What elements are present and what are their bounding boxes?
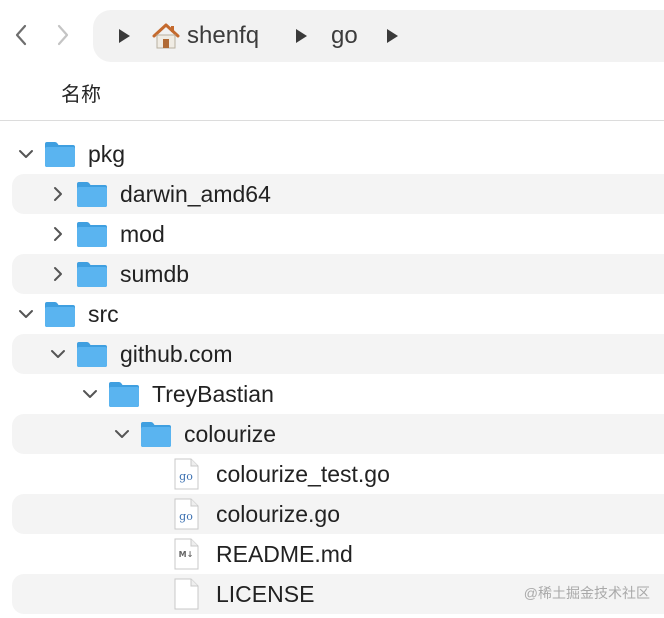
- name-column-header[interactable]: 名称: [61, 83, 101, 107]
- item-name: README.md: [216, 541, 353, 567]
- folder-row[interactable]: TreyBastian: [0, 374, 664, 414]
- chevron-right-icon[interactable]: [49, 185, 67, 203]
- item-name: LICENSE: [216, 581, 315, 607]
- item-name: TreyBastian: [152, 381, 274, 407]
- folder-row[interactable]: sumdb: [12, 254, 664, 294]
- go-file-icon: go: [173, 498, 199, 530]
- column-header: 名称: [0, 70, 664, 121]
- svg-text:M↓: M↓: [179, 550, 194, 559]
- path-separator-icon: [119, 29, 130, 43]
- go-file-icon: go: [173, 458, 199, 490]
- item-name: mod: [120, 221, 165, 247]
- file-row[interactable]: go colourize_test.go: [0, 454, 664, 494]
- folder-icon: [76, 260, 108, 288]
- path-crumb-shenfq[interactable]: shenfq: [187, 22, 259, 50]
- svg-text:go: go: [179, 470, 193, 483]
- item-name: src: [88, 301, 119, 327]
- item-name: sumdb: [120, 261, 190, 287]
- chevron-down-icon[interactable]: [17, 305, 35, 323]
- watermark: @稀土掘金技术社区: [523, 585, 650, 601]
- chevron-left-icon: [15, 24, 27, 46]
- svg-text:go: go: [179, 510, 193, 523]
- folder-icon: [108, 380, 140, 408]
- home-icon[interactable]: [151, 21, 181, 51]
- folder-icon: [44, 300, 76, 328]
- item-name: darwin_amd64: [120, 181, 271, 207]
- markdown-file-icon: M↓: [173, 538, 199, 570]
- folder-row[interactable]: colourize: [12, 414, 664, 454]
- item-name: pkg: [88, 141, 126, 167]
- path-separator-icon: [387, 29, 398, 43]
- item-name: colourize.go: [216, 501, 341, 527]
- chevron-down-icon[interactable]: [113, 425, 131, 443]
- folder-row[interactable]: darwin_amd64: [12, 174, 664, 214]
- folder-row[interactable]: github.com: [12, 334, 664, 374]
- chevron-right-icon: [57, 24, 69, 46]
- folder-icon: [140, 420, 172, 448]
- file-row[interactable]: go colourize.go: [12, 494, 664, 534]
- folder-row[interactable]: mod: [0, 214, 664, 254]
- document-icon: [173, 578, 199, 610]
- chevron-down-icon[interactable]: [81, 385, 99, 403]
- path-crumb-go[interactable]: go: [331, 22, 358, 50]
- back-button[interactable]: [6, 18, 36, 52]
- item-name: colourize_test.go: [216, 461, 390, 487]
- folder-icon: [44, 140, 76, 168]
- path-separator-icon: [296, 29, 307, 43]
- file-row[interactable]: M↓ README.md: [0, 534, 664, 574]
- folder-icon: [76, 220, 108, 248]
- toolbar: shenfq go: [0, 0, 664, 70]
- folder-icon: [76, 180, 108, 208]
- chevron-down-icon[interactable]: [17, 145, 35, 163]
- item-name: colourize: [184, 421, 277, 447]
- chevron-down-icon[interactable]: [49, 345, 67, 363]
- folder-row[interactable]: pkg: [0, 134, 664, 174]
- item-name: github.com: [120, 341, 233, 367]
- folder-icon: [76, 340, 108, 368]
- folder-row[interactable]: src: [0, 294, 664, 334]
- chevron-right-icon[interactable]: [49, 265, 67, 283]
- forward-button[interactable]: [48, 18, 78, 52]
- chevron-right-icon[interactable]: [49, 225, 67, 243]
- path-bar: shenfq go: [93, 10, 664, 62]
